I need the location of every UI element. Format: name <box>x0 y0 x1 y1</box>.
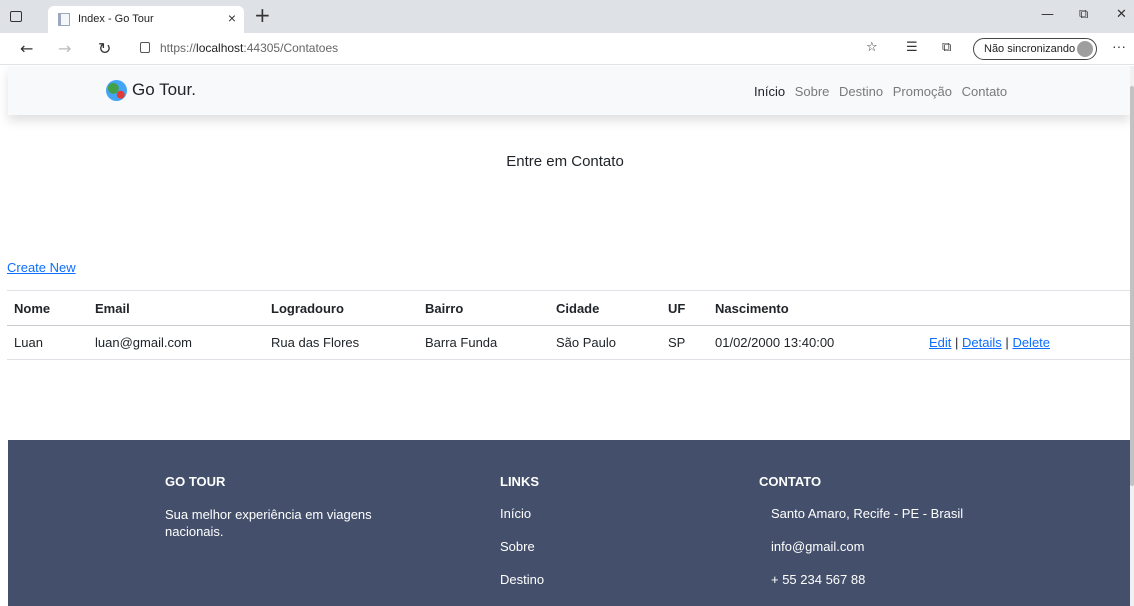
footer-about: GO TOUR Sua melhor experiência em viagen… <box>165 474 405 540</box>
footer-address: Santo Amaro, Recife - PE - Brasil <box>771 506 964 521</box>
scrollbar-thumb[interactable] <box>1130 86 1134 486</box>
delete-link[interactable]: Delete <box>1012 335 1050 350</box>
profile-sync-button[interactable]: Não sincronizando <box>973 38 1097 60</box>
browser-toolbar: ← → ↻ https://localhost:44305/Contatoes … <box>0 33 1134 65</box>
column-header-uf: UF <box>661 290 708 326</box>
favorites-icon[interactable]: ☰ <box>906 40 918 55</box>
table-row: Luan luan@gmail.com Rua das Flores Barra… <box>7 325 1130 360</box>
nav-link-promocao[interactable]: Promoção <box>893 84 952 99</box>
cell-actions: Edit | Details | Delete <box>922 325 1130 360</box>
cell-email: luan@gmail.com <box>88 325 264 360</box>
close-window-icon[interactable]: ✕ <box>1116 7 1127 22</box>
table-header-row: Nome Email Logradouro Bairro Cidade UF N… <box>7 290 1130 326</box>
nav-link-sobre[interactable]: Sobre <box>795 84 830 99</box>
footer-links-title: LINKS <box>500 474 539 489</box>
tab-title: Index - Go Tour <box>78 13 154 25</box>
create-new-link[interactable]: Create New <box>7 260 76 275</box>
add-favorite-icon[interactable]: ☆ <box>866 40 878 55</box>
more-options-icon[interactable]: ··· <box>1112 38 1126 54</box>
column-header-nome: Nome <box>7 290 88 326</box>
new-tab-button[interactable]: + <box>254 3 271 27</box>
column-header-nascimento: Nascimento <box>708 290 922 326</box>
cell-cidade: São Paulo <box>549 325 661 360</box>
cell-nome: Luan <box>7 325 88 360</box>
site-footer: GO TOUR Sua melhor experiência em viagen… <box>8 440 1130 606</box>
column-header-logradouro: Logradouro <box>264 290 418 326</box>
footer-link-inicio[interactable]: Início <box>500 506 650 539</box>
cell-nascimento: 01/02/2000 13:40:00 <box>708 325 922 360</box>
restore-icon[interactable]: ⧉ <box>1079 7 1088 22</box>
column-header-cidade: Cidade <box>549 290 661 326</box>
cell-uf: SP <box>661 325 708 360</box>
address-bar[interactable]: https://localhost:44305/Contatoes <box>160 41 338 55</box>
refresh-icon[interactable]: ↻ <box>98 39 111 58</box>
lock-icon[interactable] <box>140 42 150 53</box>
globe-icon <box>106 80 127 101</box>
cell-bairro: Barra Funda <box>418 325 549 360</box>
footer-contact: CONTATO Santo Amaro, Recife - PE - Brasi… <box>759 474 1059 605</box>
details-link[interactable]: Details <box>962 335 1002 350</box>
cell-logradouro: Rua das Flores <box>264 325 418 360</box>
nav-link-contato[interactable]: Contato <box>962 84 1008 99</box>
footer-about-title: GO TOUR <box>165 474 226 489</box>
footer-about-text: Sua melhor experiência em viagens nacion… <box>165 507 372 539</box>
footer-links: LINKS Início Sobre Destino <box>500 474 650 605</box>
brand-name: Go Tour. <box>132 80 196 99</box>
column-header-actions <box>922 290 1130 326</box>
forward-arrow-icon[interactable]: → <box>58 39 71 58</box>
avatar <box>1077 41 1093 57</box>
browser-tab-bar: Index - Go Tour × + — ⧉ ✕ <box>0 0 1134 33</box>
footer-phone: + 55 234 567 88 <box>771 572 866 587</box>
nav-link-destino[interactable]: Destino <box>839 84 883 99</box>
column-header-bairro: Bairro <box>418 290 549 326</box>
nav-links: Início Sobre Destino Promoção Contato <box>754 84 1013 99</box>
separator: | <box>955 335 959 350</box>
site-navbar: Go Tour. Início Sobre Destino Promoção C… <box>8 66 1130 115</box>
page-content: Go Tour. Início Sobre Destino Promoção C… <box>0 66 1130 606</box>
separator: | <box>1005 335 1009 350</box>
back-arrow-icon[interactable]: ← <box>20 39 33 58</box>
collections-icon[interactable]: ⧉ <box>942 40 951 55</box>
page-title: Entre em Contato <box>506 153 624 170</box>
edit-link[interactable]: Edit <box>929 335 951 350</box>
page-favicon-icon <box>58 13 70 26</box>
minimize-icon[interactable]: — <box>1041 7 1054 22</box>
column-header-email: Email <box>88 290 264 326</box>
tab-actions-icon[interactable] <box>10 11 22 22</box>
nav-link-inicio[interactable]: Início <box>754 84 785 99</box>
footer-link-destino[interactable]: Destino <box>500 572 650 605</box>
footer-email: info@gmail.com <box>771 539 865 554</box>
footer-contact-title: CONTATO <box>759 474 822 489</box>
footer-link-sobre[interactable]: Sobre <box>500 539 650 572</box>
page-scrollbar[interactable] <box>1130 66 1134 606</box>
browser-tab[interactable]: Index - Go Tour × <box>48 6 244 33</box>
contacts-table: Nome Email Logradouro Bairro Cidade UF N… <box>7 290 1130 360</box>
tab-close-icon[interactable]: × <box>228 10 236 26</box>
